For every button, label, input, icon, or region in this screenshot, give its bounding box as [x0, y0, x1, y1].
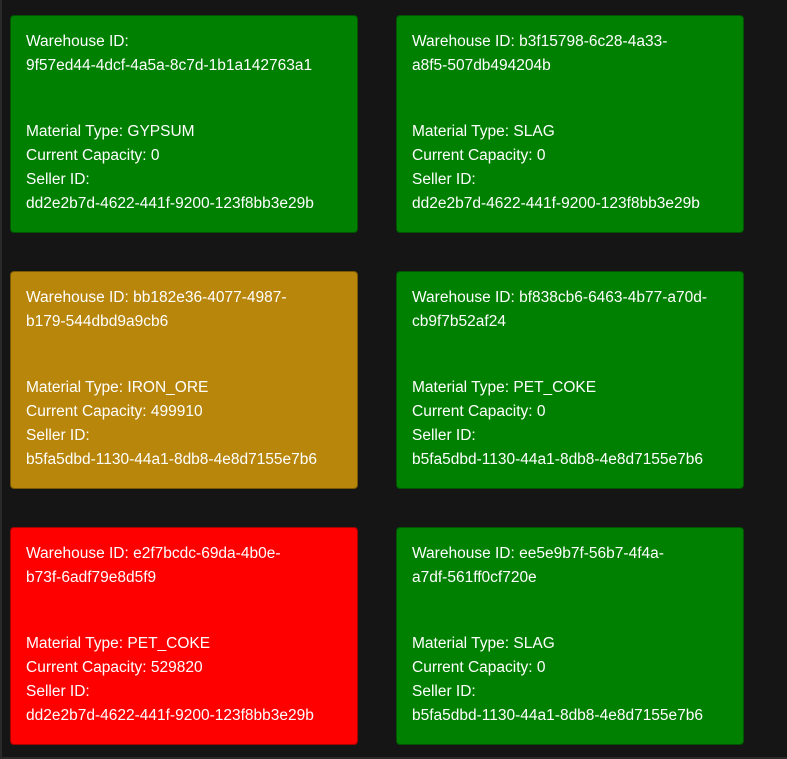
seller-id: Seller ID:	[26, 168, 342, 192]
seller-id-value: b5fa5dbd-1130-44a1-8db8-4e8d7155e7b6	[26, 451, 318, 468]
warehouse-id-block: Warehouse ID: b3f15798-6c28-4a33- a8f5-50…	[412, 30, 728, 120]
current-capacity-label: Current Capacity:	[26, 147, 147, 164]
warehouse-id-label-text: Warehouse ID:	[412, 289, 515, 306]
warehouse-id-label-text: Warehouse ID:	[26, 545, 129, 562]
current-capacity-label: Current Capacity:	[412, 659, 533, 676]
warehouse-card[interactable]: Warehouse ID: ee5e9b7f-56b7-4f4a-a7df-56…	[396, 527, 744, 745]
material-type-value: SLAG	[513, 635, 555, 652]
material-type-value: PET_COKE	[127, 635, 211, 652]
warehouse-id-label: Warehouse ID: bf838cb6-6463-4b77-a70d-	[412, 286, 728, 310]
material-type-label: Material Type:	[412, 635, 510, 652]
warehouse-card[interactable]: Warehouse ID: bb182e36-4077-4987- b179-54…	[10, 271, 358, 489]
seller-id: Seller ID:	[412, 168, 728, 192]
material-type-value: PET_COKE	[513, 379, 597, 396]
warehouse-id-block: Warehouse ID: bb182e36-4077-4987- b179-54…	[26, 286, 342, 376]
material-type-label: Material Type:	[26, 123, 124, 140]
material-type-value: SLAG	[513, 123, 555, 140]
seller-id-value: b5fa5dbd-1130-44a1-8db8-4e8d7155e7b6	[412, 451, 704, 468]
warehouse-id-value-part2: b73f-6adf79e8d5f9	[26, 569, 157, 586]
seller-id-value: b5fa5dbd-1130-44a1-8db8-4e8d7155e7b6	[412, 707, 704, 724]
current-capacity-value: 0	[150, 147, 160, 164]
warehouse-id-label: Warehouse ID: e2f7bcdc-69da-4b0e-	[26, 542, 342, 566]
seller-id: Seller ID:	[412, 424, 728, 448]
warehouse-card[interactable]: Warehouse ID: e2f7bcdc-69da-4b0e-b73f-6a…	[10, 527, 358, 745]
warehouse-id-value-part2: a7df-561ff0cf720e	[412, 569, 537, 586]
material-type: Material Type: PET_COKE	[412, 376, 728, 400]
current-capacity: Current Capacity: 529820	[26, 656, 342, 680]
warehouse-id-value-part1: e2f7bcdc-69da-4b0e-	[133, 545, 281, 562]
viewport: Warehouse ID: 9f57ed44-4dcf-4a5a-8c7d-1b1…	[0, 0, 787, 759]
warehouse-id-label: Warehouse ID: bb182e36-4077-4987-	[26, 286, 342, 310]
warehouse-id-value-part1: ee5e9b7f-56b7-4f4a-	[519, 545, 664, 562]
seller-id-label: Seller ID:	[412, 683, 476, 700]
material-type: Material Type: IRON_ORE	[26, 376, 342, 400]
material-type: Material Type: SLAG	[412, 632, 728, 656]
current-capacity: Current Capacity: 0	[412, 400, 728, 424]
warehouse-id-block: Warehouse ID: bf838cb6-6463-4b77-a70d-cb…	[412, 286, 728, 376]
current-capacity: Current Capacity: 499910	[26, 400, 342, 424]
warehouse-id-value-part1: bb182e36-4077-4987-	[133, 289, 287, 306]
seller-id: Seller ID:	[26, 424, 342, 448]
warehouse-id-label-text: Warehouse ID:	[26, 289, 129, 306]
current-capacity-value: 529820	[150, 659, 203, 676]
seller-id-label: Seller ID:	[26, 171, 90, 188]
current-capacity-label: Current Capacity:	[26, 659, 147, 676]
warehouse-id-label-text: Warehouse ID:	[412, 33, 515, 50]
warehouse-id-label: Warehouse ID: b3f15798-6c28-4a33-	[412, 30, 728, 54]
material-type-label: Material Type:	[26, 635, 124, 652]
warehouse-id-value-part2: a8f5-507db494204b	[412, 57, 551, 74]
warehouse-id-label: Warehouse ID: ee5e9b7f-56b7-4f4a-	[412, 542, 728, 566]
warehouse-card[interactable]: Warehouse ID: 9f57ed44-4dcf-4a5a-8c7d-1b1…	[10, 15, 358, 233]
seller-id-value: dd2e2b7d-4622-441f-9200-123f8bb3e29b	[26, 707, 314, 724]
current-capacity: Current Capacity: 0	[26, 144, 342, 168]
warehouse-grid: Warehouse ID: 9f57ed44-4dcf-4a5a-8c7d-1b1…	[10, 15, 744, 745]
seller-id-value: dd2e2b7d-4622-441f-9200-123f8bb3e29b	[412, 195, 700, 212]
warehouse-id-value-part2: cb9f7b52af24	[412, 313, 506, 330]
seller-id-label: Seller ID:	[26, 683, 90, 700]
seller-id-value: dd2e2b7d-4622-441f-9200-123f8bb3e29b	[26, 195, 314, 212]
warehouse-id-value-part2: b179-544dbd9a9cb6	[26, 313, 169, 330]
warehouse-id-block: Warehouse ID: ee5e9b7f-56b7-4f4a-a7df-56…	[412, 542, 728, 632]
current-capacity: Current Capacity: 0	[412, 144, 728, 168]
material-type-value: GYPSUM	[127, 123, 195, 140]
material-type: Material Type: SLAG	[412, 120, 728, 144]
current-capacity-value: 499910	[150, 403, 203, 420]
warehouse-id-value-part1: bf838cb6-6463-4b77-a70d-	[519, 289, 707, 306]
warehouse-card[interactable]: Warehouse ID: b3f15798-6c28-4a33- a8f5-50…	[396, 15, 744, 233]
seller-id: Seller ID:	[26, 680, 342, 704]
seller-id: Seller ID:	[412, 680, 728, 704]
material-type-value: IRON_ORE	[127, 379, 209, 396]
current-capacity-label: Current Capacity:	[26, 403, 147, 420]
current-capacity-value: 0	[536, 403, 546, 420]
warehouse-id-block: Warehouse ID: 9f57ed44-4dcf-4a5a-8c7d-1b1…	[26, 30, 342, 120]
frame-left-border	[0, 0, 2, 759]
current-capacity-label: Current Capacity:	[412, 147, 533, 164]
material-type: Material Type: GYPSUM	[26, 120, 342, 144]
material-type: Material Type: PET_COKE	[26, 632, 342, 656]
warehouse-id-block: Warehouse ID: e2f7bcdc-69da-4b0e-b73f-6a…	[26, 542, 342, 632]
warehouse-id-label: Warehouse ID:	[26, 33, 129, 50]
seller-id-label: Seller ID:	[412, 427, 476, 444]
current-capacity-value: 0	[536, 659, 546, 676]
warehouse-id-value: 9f57ed44-4dcf-4a5a-8c7d-1b1a142763a1	[26, 57, 313, 74]
seller-id-label: Seller ID:	[412, 171, 476, 188]
material-type-label: Material Type:	[26, 379, 124, 396]
material-type-label: Material Type:	[412, 123, 510, 140]
warehouse-id-value-part1: b3f15798-6c28-4a33-	[519, 33, 668, 50]
current-capacity: Current Capacity: 0	[412, 656, 728, 680]
warehouse-id-label-text: Warehouse ID:	[412, 545, 515, 562]
seller-id-label: Seller ID:	[26, 427, 90, 444]
material-type-label: Material Type:	[412, 379, 510, 396]
warehouse-card[interactable]: Warehouse ID: bf838cb6-6463-4b77-a70d-cb…	[396, 271, 744, 489]
current-capacity-label: Current Capacity:	[412, 403, 533, 420]
current-capacity-value: 0	[536, 147, 546, 164]
